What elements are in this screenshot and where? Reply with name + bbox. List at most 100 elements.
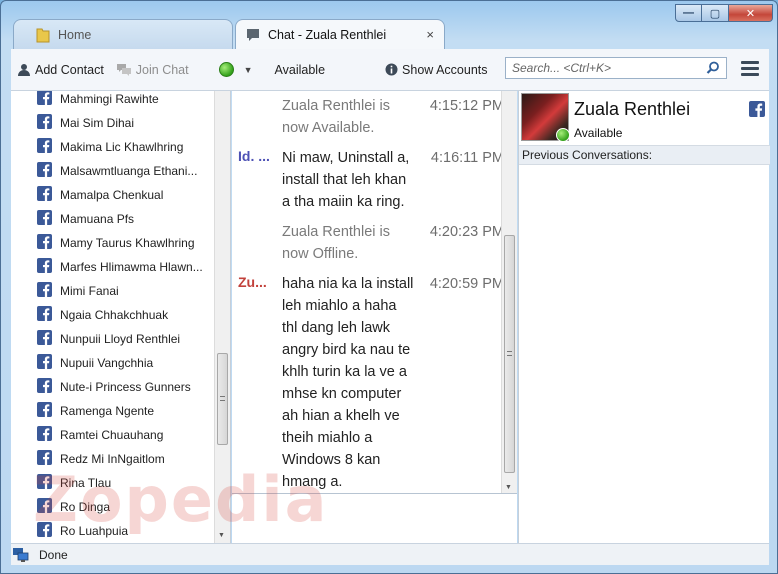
contact-list-item[interactable]: Mamalpa Chenkual (11, 183, 230, 207)
add-user-icon (17, 63, 31, 77)
add-contact-label: Add Contact (35, 62, 104, 77)
contact-list-item[interactable]: Ramenga Ngente (11, 399, 230, 423)
message-sender: Id. ... (238, 148, 270, 164)
contact-list-item[interactable]: Mahmingi Rawihte (11, 91, 230, 111)
contact-list-item[interactable]: Nupuii Vangchhia (11, 351, 230, 375)
contact-list-item[interactable]: Rina Tlau (11, 471, 230, 495)
tab-home[interactable]: Home (13, 19, 233, 49)
facebook-icon (37, 210, 52, 228)
contact-list-scroll-thumb[interactable] (217, 353, 228, 445)
maximize-button[interactable]: ▢ (702, 4, 729, 22)
facebook-icon (749, 101, 765, 120)
window-controls: — ▢ ✕ (675, 4, 773, 22)
avatar (521, 93, 570, 142)
message-sender (238, 95, 282, 139)
contact-list-item[interactable]: Redz Mi InNgaitlom (11, 447, 230, 471)
add-contact-button[interactable]: Add Contact (11, 57, 110, 83)
contact-name: Marfes Hlimawma Hlawn... (60, 260, 203, 274)
contact-profile-panel: Zuala Renthlei Available Previous Conver… (518, 91, 770, 543)
menu-icon[interactable] (741, 61, 759, 79)
show-accounts-label: Show Accounts (402, 62, 488, 77)
status-bar: Done (11, 543, 769, 565)
contact-name: Rina Tlau (60, 476, 112, 490)
contact-name: Makima Lic Khawlhring (60, 140, 184, 154)
facebook-icon (37, 402, 52, 420)
scroll-down-arrow-icon[interactable]: ▼ (218, 532, 225, 539)
contact-name: Nute-i Princess Gunners (60, 380, 191, 394)
contact-name: Mamuana Pfs (60, 212, 135, 226)
folder-icon (36, 27, 50, 43)
contact-name: Ramenga Ngente (60, 404, 155, 418)
contact-list-item[interactable]: Mamy Taurus Khawlhring (11, 231, 230, 255)
contact-list-item[interactable]: Nunpuii Lloyd Renthlei (11, 327, 230, 351)
tab-close-icon[interactable]: × (426, 27, 434, 42)
tab-chat[interactable]: Chat - Zuala Renthlei × (235, 19, 445, 49)
message-text: haha nia ka la install leh miahlo a haha… (282, 276, 414, 490)
contact-list-item[interactable]: Ngaia Chhakchhuak (11, 303, 230, 327)
show-accounts-button[interactable]: Show Accounts (379, 57, 493, 83)
facebook-icon (37, 162, 52, 180)
facebook-icon (37, 474, 52, 492)
facebook-icon (37, 306, 52, 324)
conversation-scroll-thumb[interactable] (504, 235, 515, 473)
contact-list-item[interactable]: Malsawmtluanga Ethani... (11, 159, 230, 183)
facebook-icon (37, 330, 52, 348)
contact-list-item[interactable]: Ro Luahpuia (11, 519, 230, 543)
contact-list-item[interactable]: Mamuana Pfs (11, 207, 230, 231)
contact-list-item[interactable]: Ramtei Chuauhang (11, 423, 230, 447)
facebook-icon (37, 354, 52, 372)
message-timestamp: 4:20:23 PM (429, 224, 504, 240)
status-label: Available (274, 62, 326, 77)
chat-message: Id. ... Ni maw, Uninstall a, install that… (232, 147, 517, 213)
message-timestamp: 4:20:59 PM (429, 276, 504, 292)
contact-name: Redz Mi InNgaitlom (60, 452, 165, 466)
facebook-icon (37, 378, 52, 396)
join-chat-button[interactable]: Join Chat (110, 57, 195, 83)
message-list: Zuala Renthlei is now Available. 4:15:12 … (232, 95, 517, 493)
tab-chat-title: Chat - Zuala Renthlei (268, 27, 387, 42)
join-chat-label: Join Chat (135, 62, 189, 77)
search-box (505, 57, 727, 79)
system-message: Zuala Renthlei is now Offline. 4:20:23 PM (232, 221, 517, 265)
contact-name: Ramtei Chuauhang (60, 428, 164, 442)
contact-name: Nupuii Vangchhia (60, 356, 154, 370)
chevron-down-icon: ▼ (243, 64, 253, 75)
previous-conversations-header[interactable]: Previous Conversations: (519, 145, 770, 165)
scroll-down-arrow-icon[interactable]: ▼ (505, 484, 512, 491)
contact-list-item[interactable]: Mimi Fanai (11, 279, 230, 303)
contact-list-item[interactable]: Makima Lic Khawlhring (11, 135, 230, 159)
contact-list-item[interactable]: Marfes Hlimawma Hlawn... (11, 255, 230, 279)
contact-name: Malsawmtluanga Ethani... (60, 164, 198, 178)
facebook-icon (37, 91, 52, 108)
facebook-icon (37, 234, 52, 252)
contact-list-item[interactable]: Mai Sim Dihai (11, 111, 230, 135)
status-text: Done (39, 547, 68, 562)
search-icon[interactable] (706, 61, 720, 78)
facebook-icon (37, 186, 52, 204)
message-sender: Zu... (238, 274, 267, 290)
close-button[interactable]: ✕ (729, 4, 773, 22)
facebook-icon (37, 282, 52, 300)
available-status-icon (218, 62, 234, 77)
facebook-icon (37, 426, 52, 444)
conversation-scrollbar[interactable]: ▼ (501, 91, 517, 493)
chat-bubble-icon (246, 28, 260, 42)
facebook-icon (37, 258, 52, 276)
message-timestamp: 4:16:11 PM (430, 150, 504, 166)
system-message: Zuala Renthlei is now Available. 4:15:12 … (232, 95, 517, 139)
profile-status: Available (574, 126, 623, 140)
contact-list-item[interactable]: Ro Dinga (11, 495, 230, 519)
conversation-pane: Zuala Renthlei is now Available. 4:15:12 … (232, 91, 517, 493)
contact-name: Mahmingi Rawihte (60, 92, 159, 106)
contact-list-scrollbar[interactable]: ▼ (214, 91, 230, 543)
minimize-button[interactable]: — (675, 4, 702, 22)
contact-rows: Mahmingi Rawihte Mai Sim Dihai Makima Lic … (11, 91, 230, 543)
message-timestamp: 4:15:12 PM (429, 98, 504, 114)
search-input[interactable] (512, 61, 702, 75)
contact-list-item[interactable]: Nute-i Princess Gunners (11, 375, 230, 399)
contact-name: Ngaia Chhakchhuak (60, 308, 169, 322)
message-compose-box[interactable] (232, 493, 517, 543)
message-text: Zuala Renthlei is now Available. (282, 98, 390, 136)
status-selector[interactable]: ▼ Available (213, 57, 331, 83)
tab-home-title: Home (58, 27, 92, 42)
